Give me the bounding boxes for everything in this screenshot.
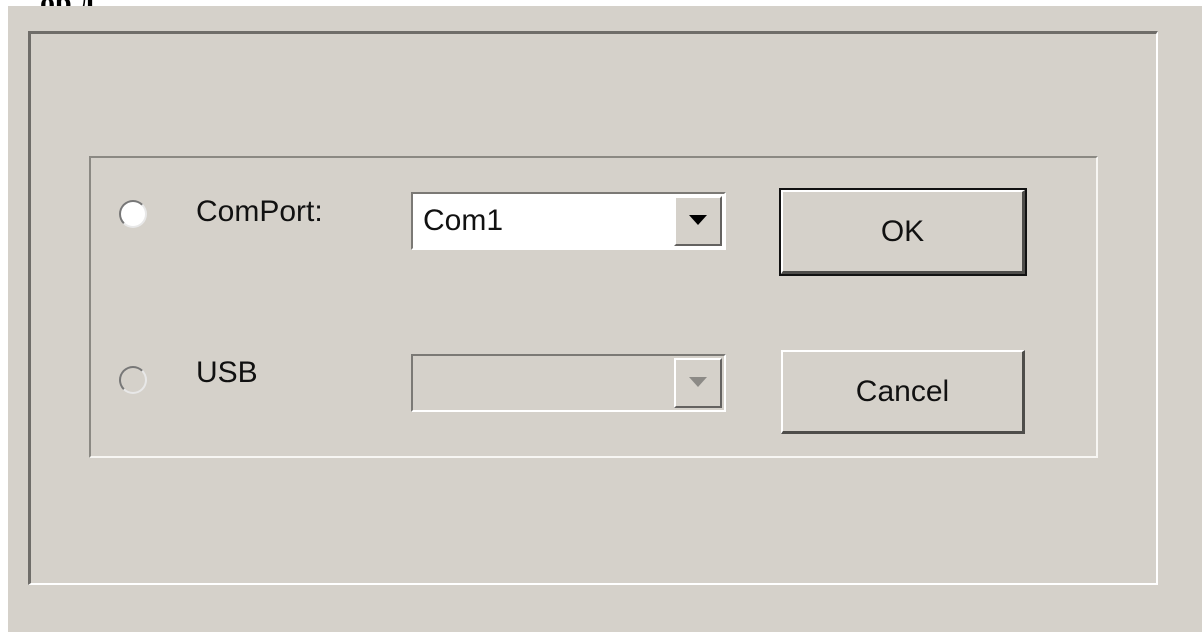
dialog-window: ComPort: Com1 OK USB Cancel: [8, 6, 1202, 632]
chevron-down-icon[interactable]: [674, 196, 722, 246]
usb-select: [411, 354, 726, 412]
dropdown-arrow-icon-disabled: [689, 377, 707, 387]
comport-label: ComPort:: [196, 195, 323, 228]
dropdown-arrow-icon: [689, 215, 707, 225]
comport-select-value: Com1: [423, 204, 504, 237]
chevron-down-icon-disabled: [674, 358, 722, 408]
comport-radio[interactable]: [119, 200, 147, 228]
usb-radio[interactable]: [119, 366, 147, 394]
connection-group: ComPort: Com1 OK USB Cancel: [89, 156, 1098, 458]
usb-label: USB: [196, 356, 258, 389]
cancel-button[interactable]: Cancel: [781, 350, 1025, 434]
ok-button[interactable]: OK: [779, 188, 1027, 276]
comport-select[interactable]: Com1: [411, 192, 726, 250]
